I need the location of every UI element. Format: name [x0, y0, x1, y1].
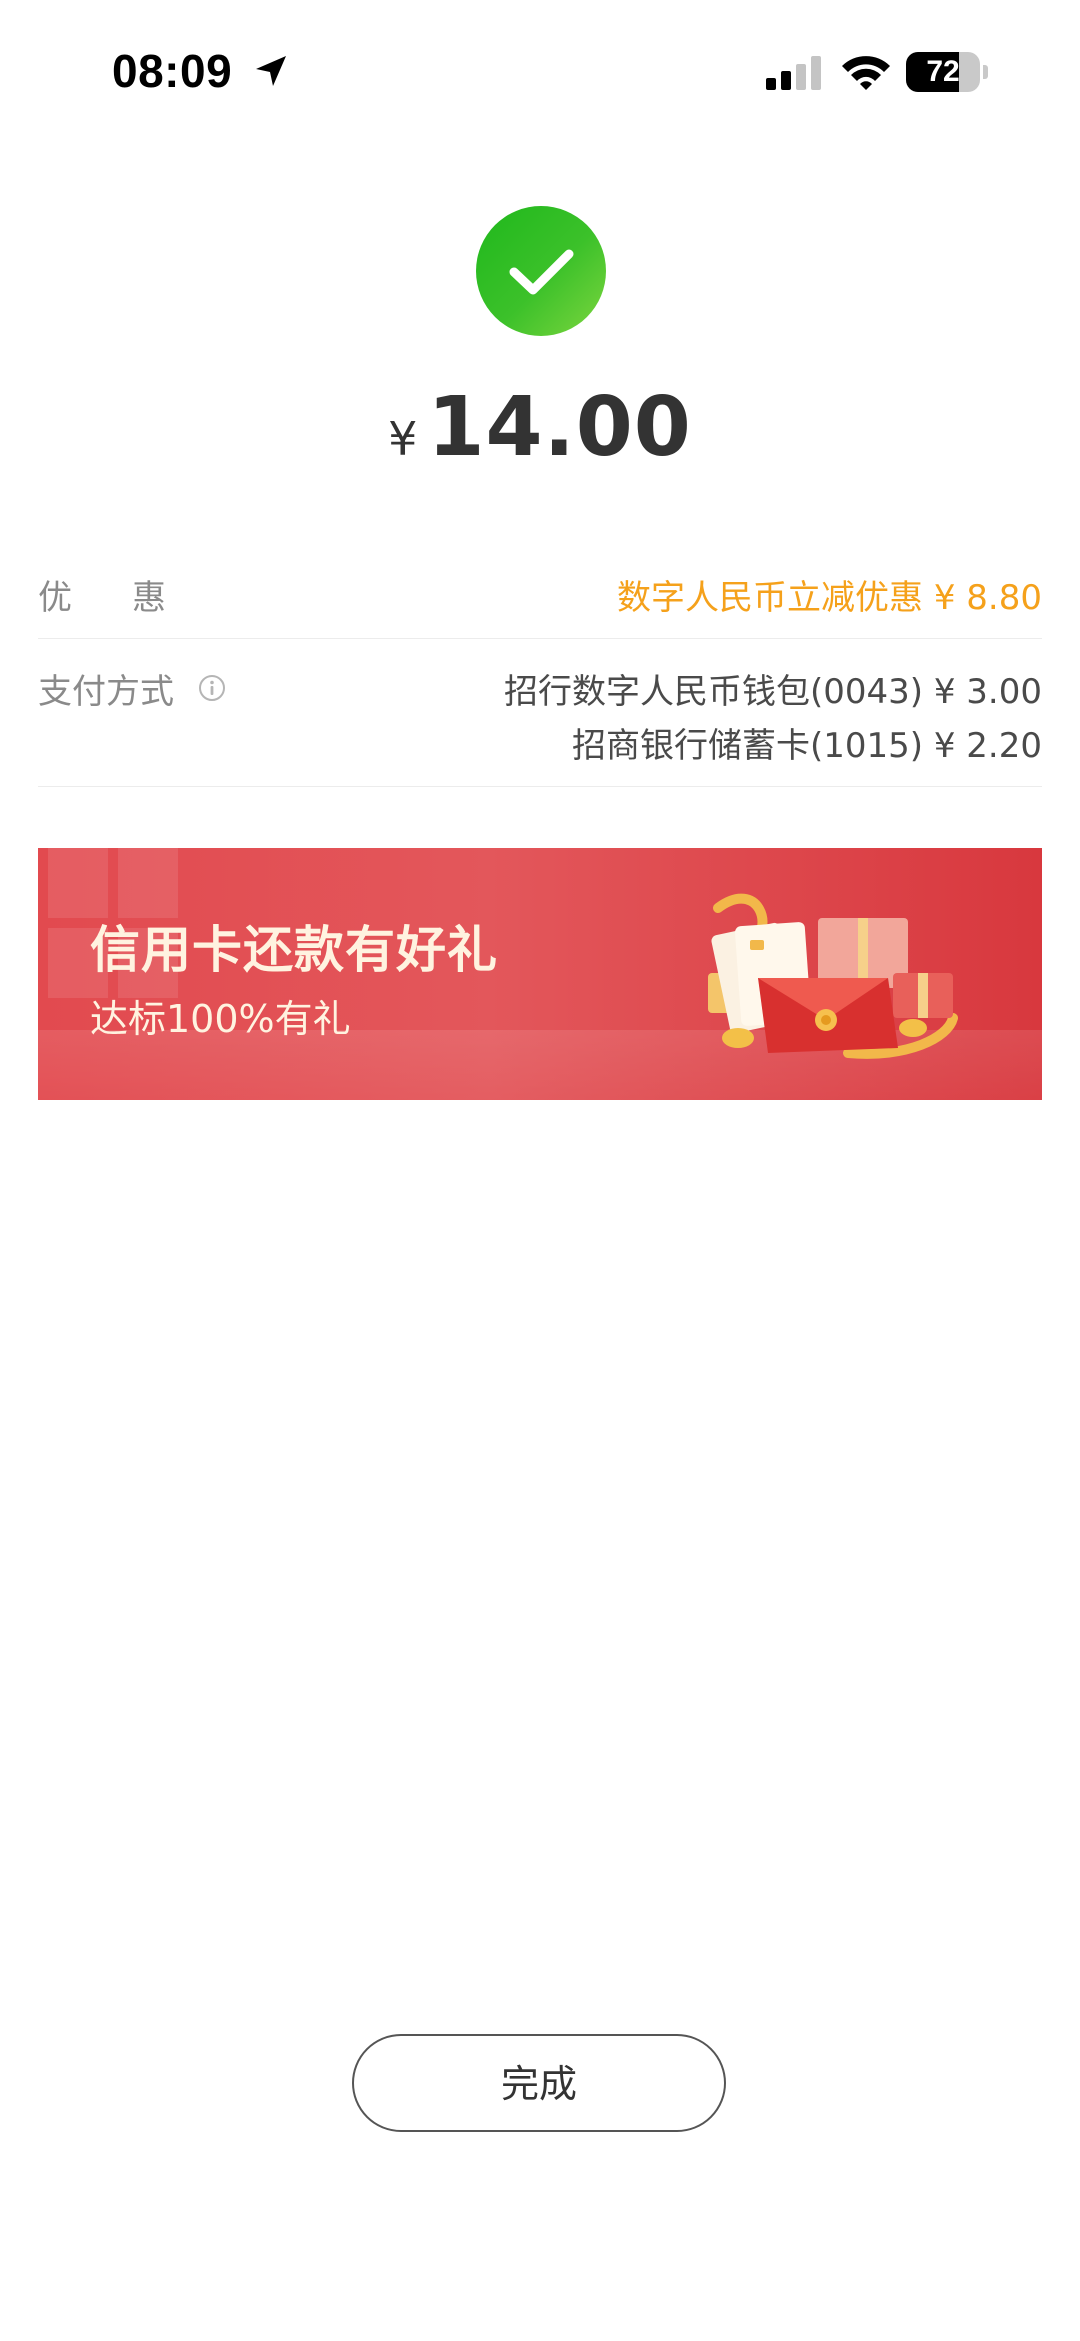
info-circle-icon[interactable] [198, 674, 226, 702]
done-button[interactable]: 完成 [352, 2034, 726, 2132]
checkmark-icon [509, 249, 574, 295]
status-bar: 08:09 72 [0, 0, 1080, 140]
payment-method-row: 支付方式 招行数字人民币钱包(0043) ¥ 3.00 招商银行储蓄卡(1015… [38, 662, 1042, 787]
discount-label: 优惠 [38, 578, 226, 618]
status-time: 08:09 [112, 45, 233, 97]
banner-title: 信用卡还款有好礼 [90, 921, 498, 979]
payment-method-item: 招行数字人民币钱包(0043) ¥ 3.00 [503, 672, 1042, 712]
credit-card-promo-banner[interactable]: 信用卡还款有好礼 达标100%有礼 [38, 848, 1042, 1100]
battery-body: 72 [906, 52, 980, 92]
payment-method-label: 支付方式 [38, 672, 174, 712]
discount-row: 优惠 数字人民币立减优惠 ¥ 8.80 [38, 568, 1042, 639]
gift-envelope-illustration [708, 893, 958, 1059]
checkmark-circle-icon [476, 206, 606, 336]
cellular-signal-icon [766, 56, 821, 90]
battery-indicator: 72 [906, 52, 988, 92]
discount-value: 数字人民币立减优惠 ¥ 8.80 [617, 578, 1042, 618]
banner-subtitle: 达标100%有礼 [90, 997, 351, 1041]
battery-level-text: 72 [926, 55, 960, 88]
location-arrow-icon [256, 56, 286, 86]
payment-method-item: 招商银行储蓄卡(1015) ¥ 2.20 [571, 726, 1042, 766]
battery-cap [983, 65, 988, 79]
amount-value: 14.00 [427, 380, 692, 475]
currency-symbol: ¥ [388, 412, 418, 466]
wifi-icon [842, 56, 890, 90]
payment-amount: ¥14.00 [0, 380, 1080, 480]
